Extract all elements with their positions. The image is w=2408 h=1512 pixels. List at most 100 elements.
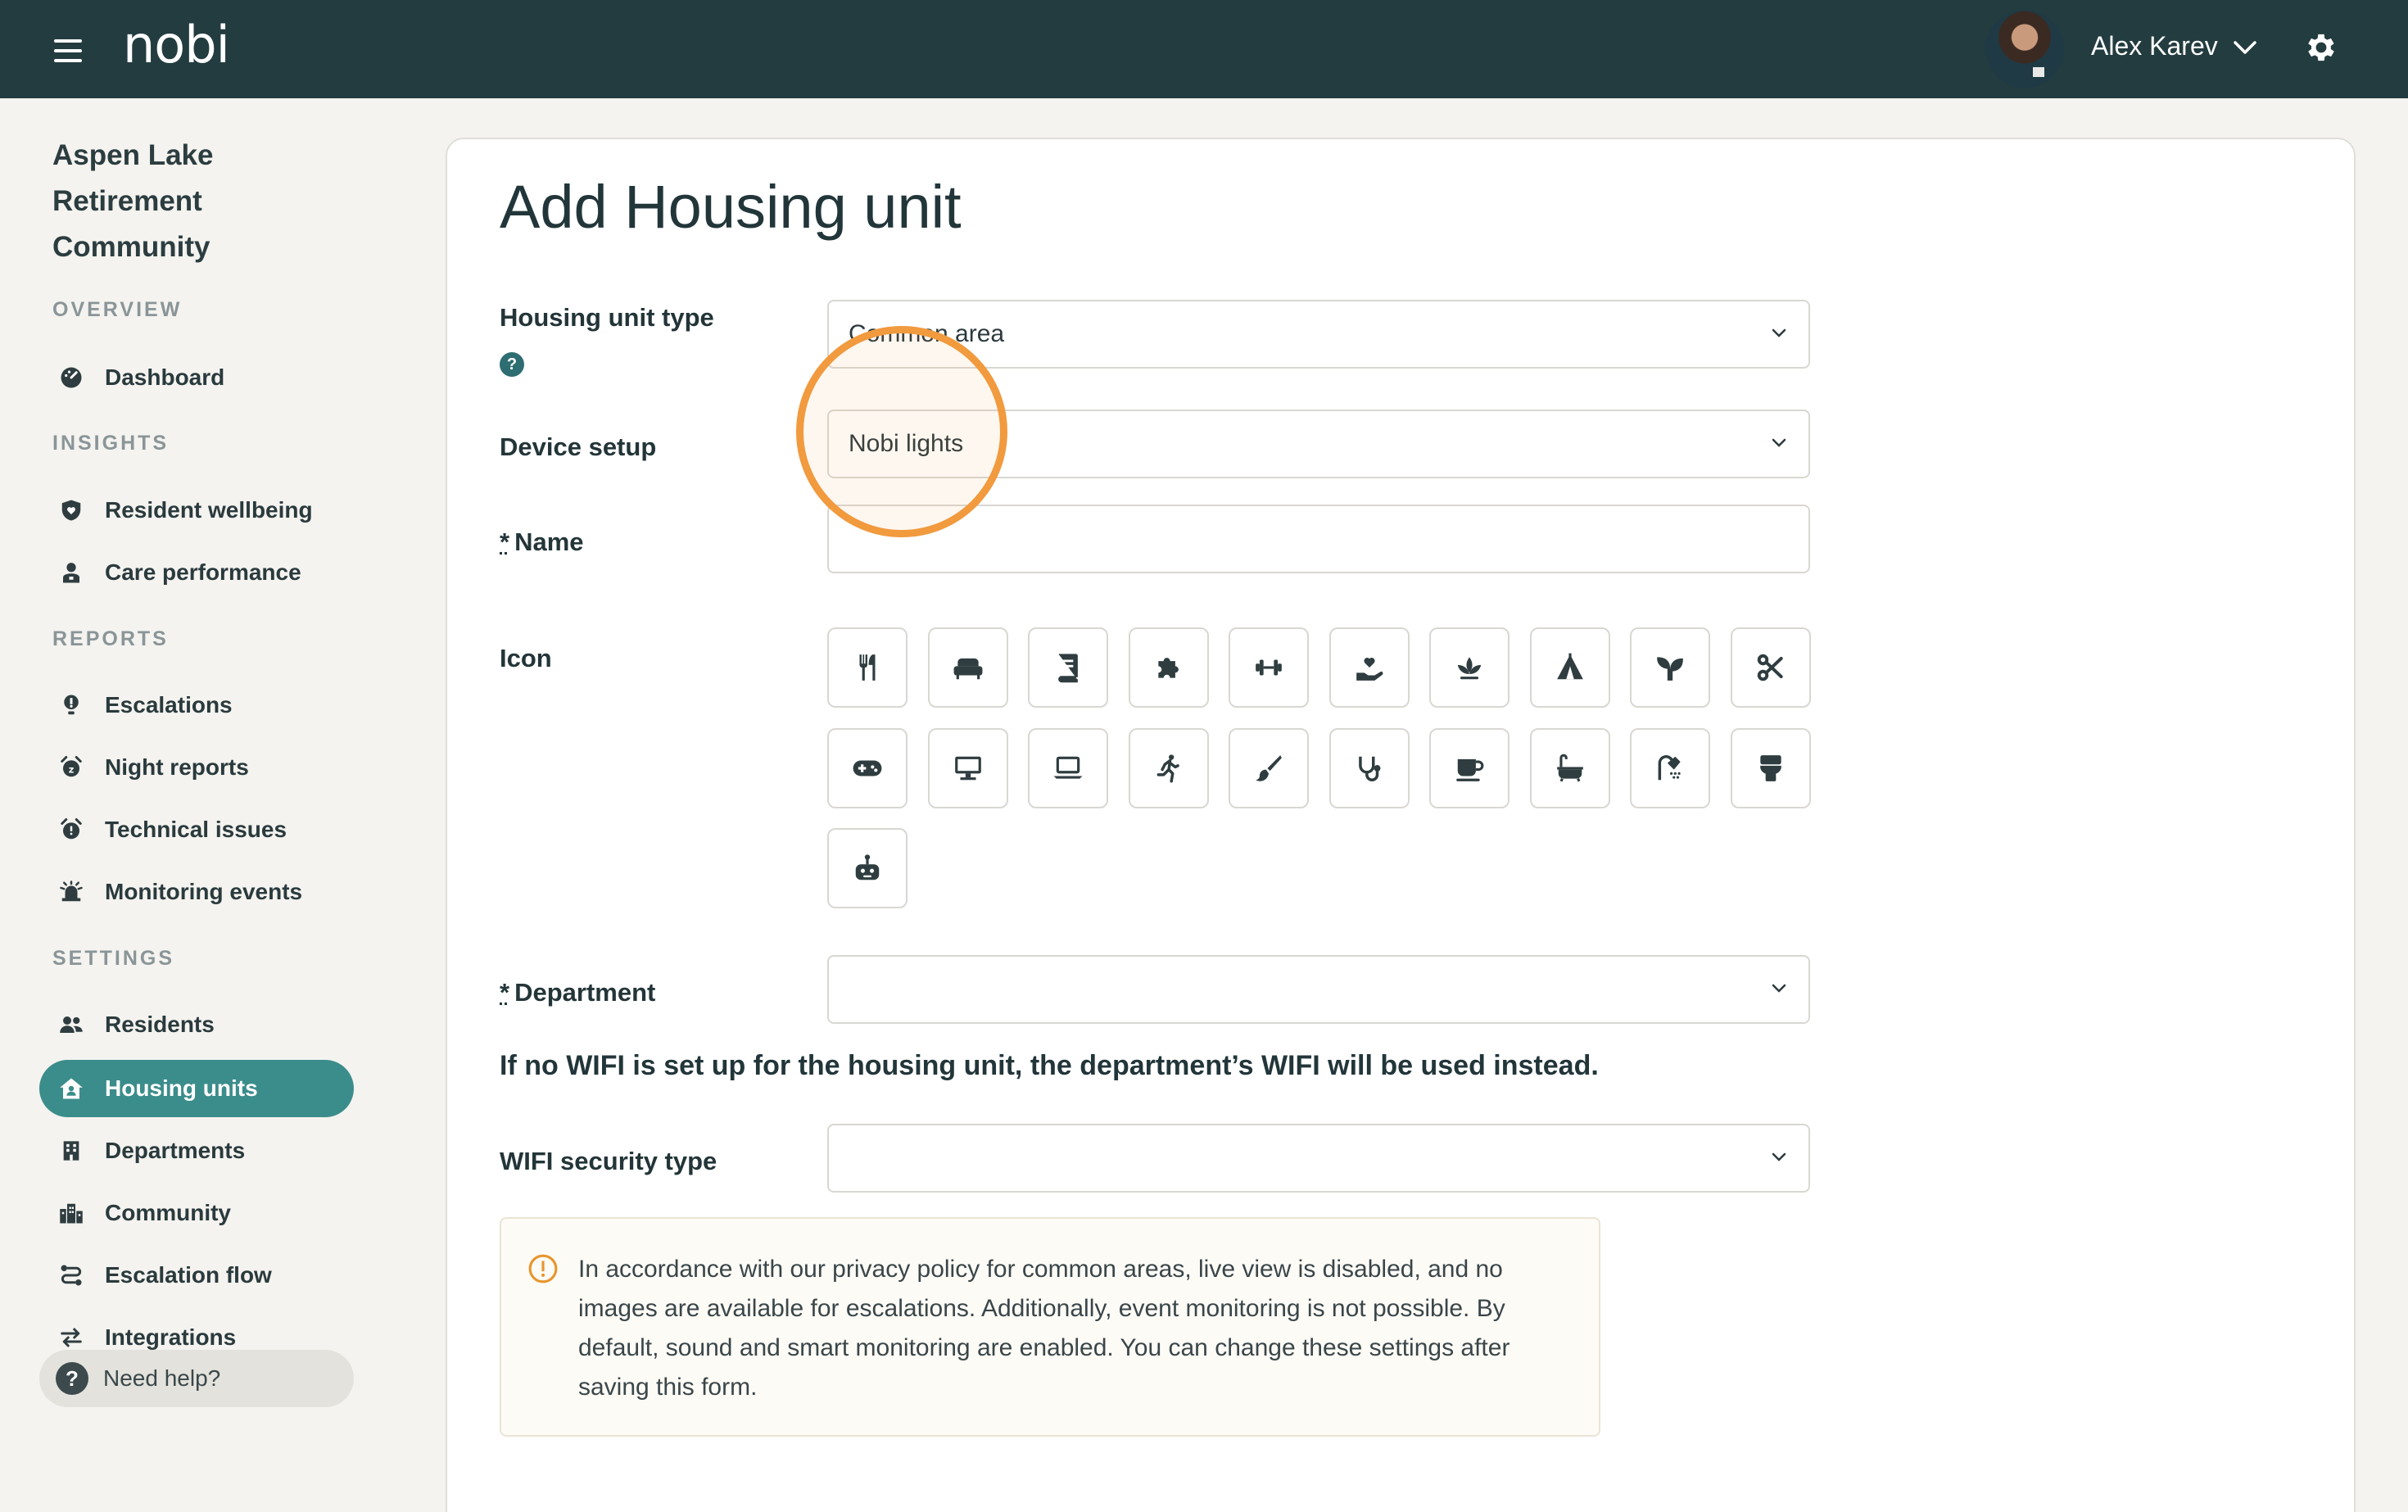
icon-option-shower[interactable] (1630, 728, 1710, 808)
icon-option-laptop[interactable] (1028, 728, 1108, 808)
sprout-icon (1654, 652, 1686, 683)
sidebar-item-care-performance[interactable]: Care performance (39, 544, 354, 601)
person-running-icon (1153, 753, 1184, 784)
sidebar-item-escalation-flow[interactable]: Escalation flow (39, 1247, 354, 1304)
wifi-note: If no WIFI is set up for the housing uni… (500, 1050, 1599, 1082)
sidebar-item-community[interactable]: Community (39, 1184, 354, 1242)
housing-unit-type-label: Housing unit type (500, 303, 714, 333)
icon-option-puzzle[interactable] (1129, 627, 1209, 708)
bath-icon (1555, 753, 1586, 784)
sidebar-item-technical-issues[interactable]: Technical issues (39, 801, 354, 858)
housing-unit-type-select[interactable]: Common area (827, 300, 1810, 369)
user-avatar[interactable] (1985, 10, 2064, 88)
need-help-button[interactable]: ? Need help? (39, 1350, 354, 1407)
icon-option-dumbbell[interactable] (1229, 627, 1309, 708)
warning-circle-icon (527, 1253, 559, 1284)
section-settings: SETTINGS (52, 947, 174, 971)
community-name: Aspen Lake Retirement Community (52, 133, 347, 270)
sidebar-item-label: Housing units (105, 1075, 258, 1102)
icon-option-scissors[interactable] (1731, 627, 1811, 708)
icon-option-paintbrush[interactable] (1229, 728, 1309, 808)
robot-icon (852, 853, 883, 884)
section-reports: REPORTS (52, 627, 169, 651)
stethoscope-icon (1354, 753, 1385, 784)
arrows-exchange-icon (56, 1322, 87, 1353)
mug-icon (1454, 753, 1485, 784)
icon-option-lotus[interactable] (1429, 627, 1510, 708)
question-icon: ? (56, 1362, 88, 1395)
sidebar-item-label: Night reports (105, 754, 249, 781)
sidebar-item-housing-units[interactable]: Housing units (39, 1060, 354, 1117)
dumbbell-icon (1253, 652, 1284, 683)
icon-option-person-running[interactable] (1129, 728, 1209, 808)
book-icon (1052, 652, 1084, 683)
sidebar-item-escalations[interactable]: Escalations (39, 677, 354, 734)
device-setup-select[interactable]: Nobi lights (827, 410, 1810, 478)
need-help-label: Need help? (103, 1365, 220, 1392)
icon-option-sprout[interactable] (1630, 627, 1710, 708)
wifi-security-select[interactable] (827, 1124, 1810, 1193)
svg-text:z: z (69, 764, 75, 775)
sidebar-item-monitoring-events[interactable]: Monitoring events (39, 863, 354, 921)
sidebar: Aspen Lake Retirement Community OVERVIEW… (0, 98, 385, 1512)
exclamation-icon (56, 690, 87, 721)
caregiver-icon (56, 557, 87, 588)
name-label: * Name (500, 527, 584, 557)
sidebar-item-residents[interactable]: Residents (39, 996, 354, 1053)
name-input[interactable] (827, 505, 1810, 573)
app-logo[interactable]: nobi (123, 15, 229, 75)
chevron-down-icon[interactable] (2233, 38, 2257, 57)
icon-option-gamepad[interactable] (827, 728, 908, 808)
icon-option-sofa[interactable] (928, 627, 1008, 708)
privacy-notice: In accordance with our privacy policy fo… (500, 1217, 1600, 1437)
sidebar-item-night-reports[interactable]: z Night reports (39, 739, 354, 796)
icon-option-tent[interactable] (1530, 627, 1610, 708)
sidebar-item-resident-wellbeing[interactable]: Resident wellbeing (39, 482, 354, 539)
section-insights: INSIGHTS (52, 432, 169, 455)
icon-option-stethoscope[interactable] (1329, 728, 1410, 808)
sidebar-item-dashboard[interactable]: Dashboard (39, 349, 354, 406)
icon-option-hand-heart[interactable] (1329, 627, 1410, 708)
shield-heart-icon (56, 495, 87, 526)
department-label: * Department (500, 978, 655, 1007)
sidebar-item-label: Community (105, 1200, 231, 1226)
privacy-notice-text: In accordance with our privacy policy fo… (578, 1250, 1577, 1407)
icon-option-bath[interactable] (1530, 728, 1610, 808)
help-icon[interactable]: ? (500, 352, 524, 377)
wifi-security-label: WIFI security type (500, 1147, 717, 1176)
paintbrush-icon (1253, 753, 1284, 784)
icon-option-toilet[interactable] (1731, 728, 1811, 808)
sidebar-item-departments[interactable]: Departments (39, 1122, 354, 1179)
siren-icon (56, 876, 87, 908)
chevron-down-icon (1771, 437, 1787, 449)
hand-heart-icon (1354, 652, 1385, 683)
route-icon (56, 1260, 87, 1291)
user-name[interactable]: Alex Karev (2091, 31, 2218, 61)
icon-option-robot[interactable] (827, 828, 908, 908)
menu-icon[interactable] (54, 39, 82, 62)
icon-option-book[interactable] (1028, 627, 1108, 708)
icon-option-desktop[interactable] (928, 728, 1008, 808)
department-select[interactable] (827, 955, 1810, 1024)
chevron-down-icon (1771, 328, 1787, 339)
sidebar-item-label: Residents (105, 1012, 215, 1038)
fork-knife-icon (852, 652, 883, 683)
scissors-icon (1755, 652, 1786, 683)
sidebar-item-label: Departments (105, 1138, 245, 1164)
sofa-icon (953, 652, 984, 683)
gauge-icon (56, 362, 87, 393)
sidebar-item-label: Care performance (105, 559, 301, 586)
sidebar-item-label: Resident wellbeing (105, 497, 313, 523)
device-setup-value: Nobi lights (849, 430, 963, 458)
puzzle-icon (1153, 652, 1184, 683)
sidebar-item-label: Dashboard (105, 364, 224, 391)
top-bar: nobi Alex Karev (0, 0, 2408, 98)
sidebar-item-label: Monitoring events (105, 879, 302, 905)
housing-unit-type-value: Common area (849, 320, 1004, 348)
page-title: Add Housing unit (500, 172, 962, 242)
house-user-icon (56, 1073, 87, 1104)
sidebar-item-label: Integrations (105, 1324, 236, 1351)
icon-option-fork-knife[interactable] (827, 627, 908, 708)
icon-option-mug[interactable] (1429, 728, 1510, 808)
gear-icon[interactable] (2303, 29, 2339, 66)
